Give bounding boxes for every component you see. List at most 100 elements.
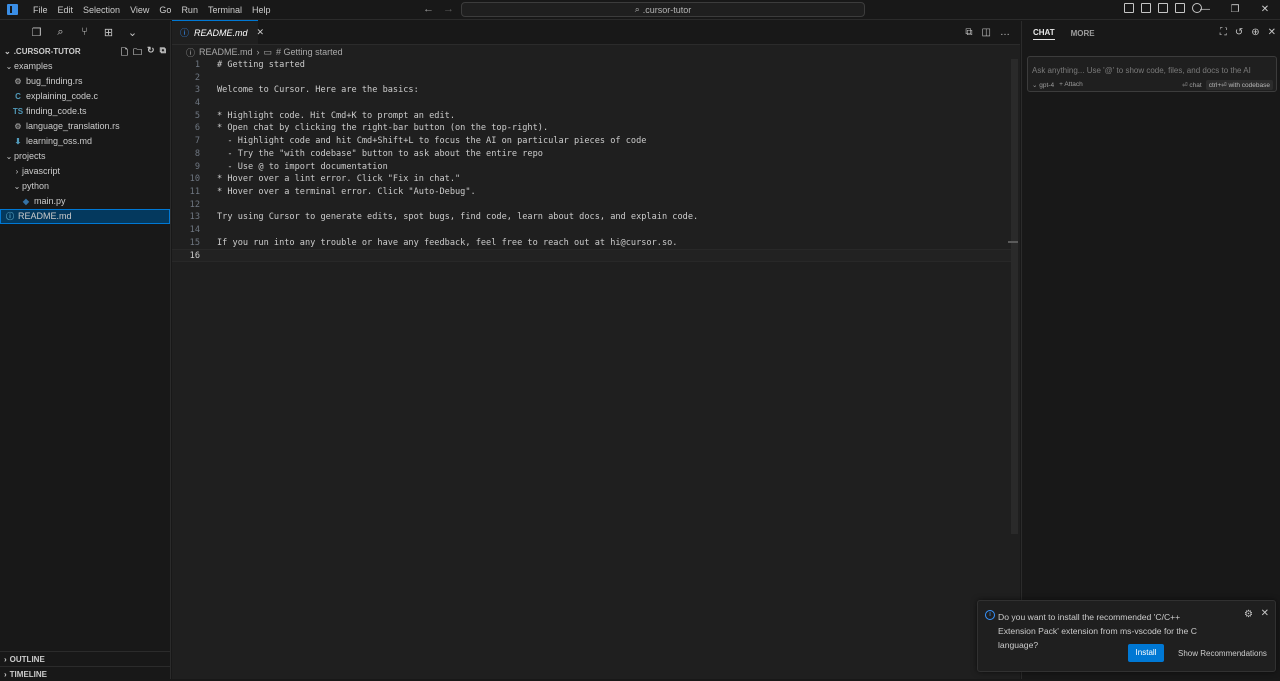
line-number: 8	[194, 148, 200, 159]
code-line[interactable]: 9 - Use @ to import documentation	[172, 161, 1018, 174]
toggle-secondary-sidebar-icon[interactable]	[1158, 3, 1168, 13]
chevron-down-icon: ⌄	[13, 182, 21, 191]
workspace-name: .CURSOR-TUTOR	[13, 46, 81, 56]
close-icon[interactable]: ✕	[257, 27, 265, 38]
code-line[interactable]: 14	[172, 224, 1018, 237]
search-icon: ⌕	[634, 4, 640, 14]
toggle-panel-icon[interactable]	[1141, 3, 1151, 13]
code-line[interactable]: 11 * Hover over a terminal error. Click "…	[172, 186, 1018, 199]
code-line[interactable]: 15 If you run into any trouble or have an…	[172, 237, 1018, 250]
menu-item-selection[interactable]: Selection	[78, 0, 125, 20]
new-chat-icon[interactable]: ⊕	[1251, 27, 1259, 38]
install-button[interactable]: Install	[1128, 644, 1164, 662]
chat-input[interactable]: Ask anything... Use '@' to show code, fi…	[1027, 56, 1277, 92]
tree-folder[interactable]: ⌄ projects	[0, 149, 170, 164]
tree-item-label: examples	[14, 61, 53, 71]
extensions-icon[interactable]: ⊞	[102, 26, 115, 39]
chevron-down-icon[interactable]: ⌄	[126, 26, 139, 39]
info-icon: i	[985, 610, 995, 620]
forward-arrow-icon[interactable]: →	[443, 3, 454, 15]
tree-file[interactable]: ⚙ bug_finding.rs	[0, 74, 170, 89]
tree-folder[interactable]: ⌄ python	[0, 179, 170, 194]
editor-scrollbar[interactable]	[1008, 59, 1018, 534]
tree-file[interactable]: ⚙ language_translation.rs	[0, 119, 170, 134]
new-file-icon[interactable]: 🗋	[121, 45, 128, 61]
menu-item-go[interactable]: Go	[154, 0, 176, 20]
line-number: 4	[194, 98, 200, 109]
tab-chat[interactable]: CHAT	[1033, 28, 1055, 40]
refresh-icon[interactable]: ↻	[147, 45, 155, 61]
model-selector[interactable]: ⌄ gpt-4	[1032, 81, 1054, 89]
command-center-search[interactable]: ⌕ .cursor-tutor	[461, 2, 865, 17]
close-window-icon[interactable]: ✕	[1250, 0, 1280, 20]
menu-item-run[interactable]: Run	[176, 0, 203, 20]
line-number: 10	[189, 174, 200, 185]
attach-button[interactable]: + Attach	[1059, 81, 1083, 89]
code-line[interactable]: 6 * Open chat by clicking the right-bar b…	[172, 122, 1018, 135]
collapse-all-icon[interactable]: ⧉	[160, 45, 166, 61]
tree-file[interactable]: Cexplaining_code.c	[0, 89, 170, 104]
codebase-submit-button[interactable]: ctrl+⏎ with codebase	[1205, 80, 1273, 90]
menu-item-edit[interactable]: Edit	[53, 0, 79, 20]
split-editor-icon[interactable]: ◫	[982, 27, 991, 38]
tree-folder[interactable]: ⌄ examples	[0, 59, 170, 74]
menu-item-view[interactable]: View	[125, 0, 154, 20]
tab-more[interactable]: MORE	[1071, 29, 1095, 38]
more-actions-icon[interactable]: …	[1000, 27, 1010, 38]
code-line[interactable]: 12	[172, 199, 1018, 212]
search-view-icon[interactable]: ⌕	[54, 26, 67, 39]
close-icon[interactable]: ✕	[1261, 608, 1269, 619]
tree-file[interactable]: TS finding_code.ts	[0, 104, 170, 119]
line-number: 13	[189, 212, 200, 223]
close-icon[interactable]: ✕	[1268, 27, 1276, 38]
breadcrumb-section[interactable]: # Getting started	[276, 47, 343, 57]
menu-item-help[interactable]: Help	[247, 0, 276, 20]
tree-folder[interactable]: › javascript	[0, 164, 170, 179]
back-arrow-icon[interactable]: ←	[423, 3, 434, 15]
minimize-icon[interactable]: —	[1190, 0, 1220, 20]
line-number: 5	[194, 110, 200, 121]
code-line[interactable]: 16	[172, 249, 1018, 262]
explorer-root-header[interactable]: ⌄ .CURSOR-TUTOR 🗋 🗀 ↻ ⧉	[0, 43, 170, 59]
code-line[interactable]: 4	[172, 97, 1018, 110]
line-number: 12	[189, 199, 200, 210]
line-text: - Highlight code and hit Cmd+Shift+L to …	[217, 136, 647, 147]
code-editor[interactable]: 1 # Getting started 2 3 Welcome to Cursor. H…	[172, 59, 1018, 262]
menu-item-terminal[interactable]: Terminal	[203, 0, 247, 20]
source-control-icon[interactable]: ⑂	[78, 26, 91, 39]
new-folder-icon[interactable]: 🗀	[133, 45, 142, 61]
editor-actions: ⧉ ◫ …	[965, 27, 1010, 38]
explorer-files-icon[interactable]: ❐	[30, 26, 43, 39]
code-line[interactable]: 10 * Hover over a lint error. Click "Fix …	[172, 173, 1018, 186]
code-line[interactable]: 8 - Try the "with codebase" button to as…	[172, 148, 1018, 161]
gear-icon[interactable]: ⚙	[1244, 609, 1253, 620]
tree-file[interactable]: ⓘ README.md	[0, 209, 170, 224]
chat-submit-hint[interactable]: ⏎ chat	[1182, 81, 1202, 89]
tree-file[interactable]: ◆ main.py	[0, 194, 170, 209]
menu-item-file[interactable]: File	[28, 0, 53, 20]
open-preview-icon[interactable]: ⧉	[965, 27, 972, 38]
code-line[interactable]: 2	[172, 72, 1018, 85]
history-icon[interactable]: ↺	[1235, 27, 1243, 38]
line-number: 15	[189, 237, 200, 248]
maximize-icon[interactable]: ⛶	[1220, 27, 1227, 38]
code-line[interactable]: 3 Welcome to Cursor. Here are the basics:	[172, 84, 1018, 97]
tree-item-label: python	[22, 181, 50, 191]
tab-readme[interactable]: ⓘ README.md ✕	[172, 20, 264, 44]
toggle-primary-sidebar-icon[interactable]	[1124, 3, 1134, 13]
restore-icon[interactable]: ❐	[1220, 0, 1250, 20]
tree-item-label: finding_code.ts	[26, 106, 87, 116]
chat-panel: CHAT MORE ⛶ ↺ ⊕ ✕ Ask anything... Use '@…	[1021, 21, 1280, 679]
code-line[interactable]: 13 Try using Cursor to generate edits, sp…	[172, 211, 1018, 224]
code-line[interactable]: 7 - Highlight code and hit Cmd+Shift+L t…	[172, 135, 1018, 148]
breadcrumb-file[interactable]: README.md	[199, 47, 253, 57]
code-line[interactable]: 5 * Highlight code. Hit Cmd+K to prompt a…	[172, 110, 1018, 123]
show-recommendations-button[interactable]: Show Recommendations	[1178, 649, 1267, 658]
code-line[interactable]: 1 # Getting started	[172, 59, 1018, 72]
customize-layout-icon[interactable]	[1175, 3, 1185, 13]
outline-section[interactable]: › OUTLINE	[0, 651, 171, 666]
explorer-sidebar: ❐ ⌕ ⑂ ⊞ ⌄ ⌄ .CURSOR-TUTOR 🗋 🗀 ↻ ⧉ ⌄ examp…	[0, 21, 171, 679]
scroll-position-marker	[1008, 241, 1018, 243]
tree-file[interactable]: ⬇ learning_oss.md	[0, 134, 170, 149]
rs-file-icon: ⚙	[14, 122, 22, 131]
